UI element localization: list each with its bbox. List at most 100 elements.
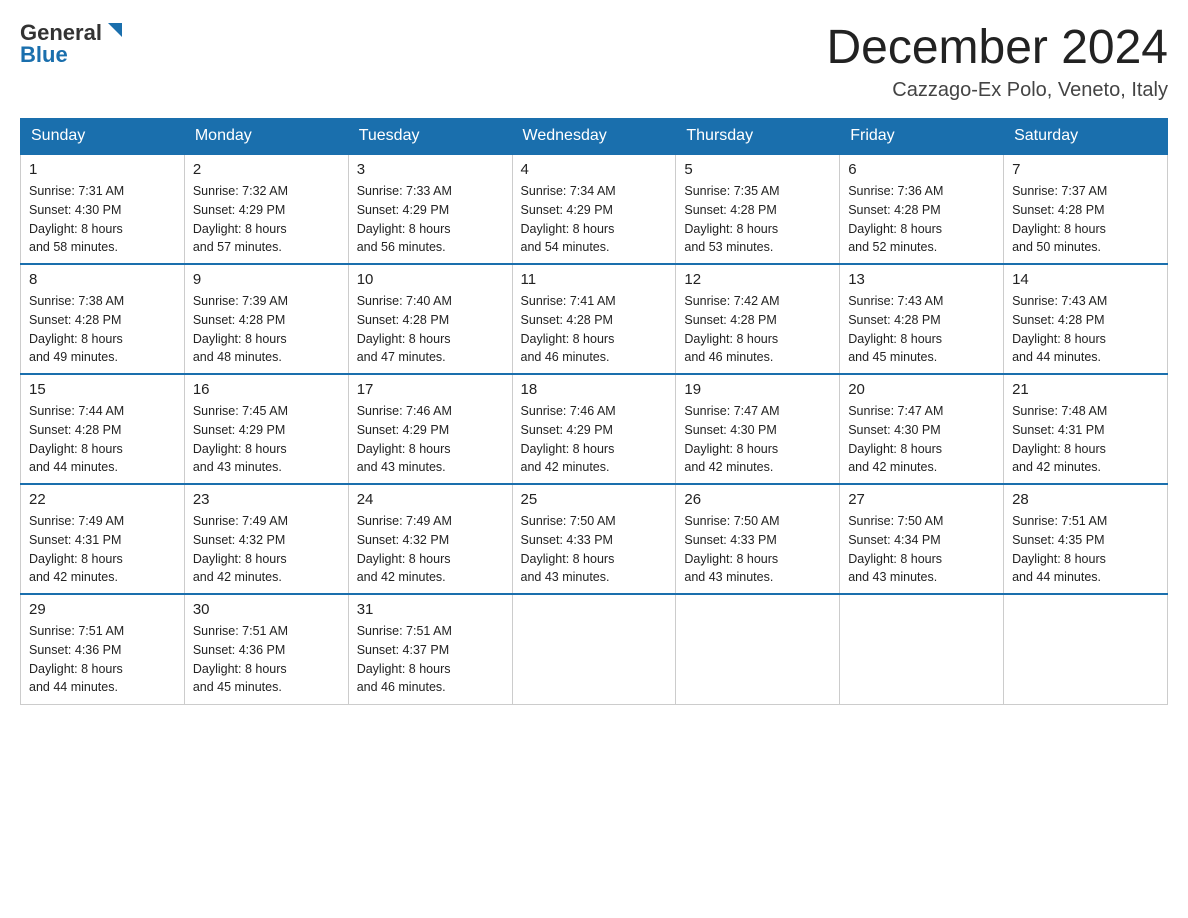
weekday-header-sunday: Sunday <box>21 119 185 155</box>
weekday-header-friday: Friday <box>840 119 1004 155</box>
calendar-week-row: 8 Sunrise: 7:38 AMSunset: 4:28 PMDayligh… <box>21 264 1168 374</box>
calendar-week-row: 15 Sunrise: 7:44 AMSunset: 4:28 PMDaylig… <box>21 374 1168 484</box>
day-number: 14 <box>1012 271 1159 288</box>
weekday-header-thursday: Thursday <box>676 119 840 155</box>
day-info: Sunrise: 7:39 AMSunset: 4:28 PMDaylight:… <box>193 292 340 367</box>
calendar-cell: 9 Sunrise: 7:39 AMSunset: 4:28 PMDayligh… <box>184 264 348 374</box>
calendar-cell: 14 Sunrise: 7:43 AMSunset: 4:28 PMDaylig… <box>1004 264 1168 374</box>
calendar-cell: 10 Sunrise: 7:40 AMSunset: 4:28 PMDaylig… <box>348 264 512 374</box>
logo: General Blue <box>20 20 126 68</box>
day-number: 17 <box>357 381 504 398</box>
weekday-header-wednesday: Wednesday <box>512 119 676 155</box>
day-number: 6 <box>848 161 995 178</box>
calendar-cell: 11 Sunrise: 7:41 AMSunset: 4:28 PMDaylig… <box>512 264 676 374</box>
day-number: 23 <box>193 491 340 508</box>
calendar-week-row: 29 Sunrise: 7:51 AMSunset: 4:36 PMDaylig… <box>21 594 1168 704</box>
day-number: 5 <box>684 161 831 178</box>
day-info: Sunrise: 7:34 AMSunset: 4:29 PMDaylight:… <box>521 182 668 257</box>
day-number: 31 <box>357 601 504 618</box>
calendar-cell: 5 Sunrise: 7:35 AMSunset: 4:28 PMDayligh… <box>676 154 840 264</box>
day-info: Sunrise: 7:41 AMSunset: 4:28 PMDaylight:… <box>521 292 668 367</box>
day-info: Sunrise: 7:42 AMSunset: 4:28 PMDaylight:… <box>684 292 831 367</box>
day-number: 13 <box>848 271 995 288</box>
day-number: 11 <box>521 271 668 288</box>
logo-arrow-icon <box>104 21 126 43</box>
page-header: General Blue December 2024 Cazzago-Ex Po… <box>20 20 1168 102</box>
calendar-table: SundayMondayTuesdayWednesdayThursdayFrid… <box>20 118 1168 705</box>
calendar-cell: 8 Sunrise: 7:38 AMSunset: 4:28 PMDayligh… <box>21 264 185 374</box>
day-info: Sunrise: 7:40 AMSunset: 4:28 PMDaylight:… <box>357 292 504 367</box>
calendar-cell: 23 Sunrise: 7:49 AMSunset: 4:32 PMDaylig… <box>184 484 348 594</box>
day-info: Sunrise: 7:51 AMSunset: 4:37 PMDaylight:… <box>357 622 504 697</box>
day-info: Sunrise: 7:48 AMSunset: 4:31 PMDaylight:… <box>1012 402 1159 477</box>
day-info: Sunrise: 7:33 AMSunset: 4:29 PMDaylight:… <box>357 182 504 257</box>
weekday-header-tuesday: Tuesday <box>348 119 512 155</box>
day-info: Sunrise: 7:36 AMSunset: 4:28 PMDaylight:… <box>848 182 995 257</box>
day-number: 12 <box>684 271 831 288</box>
day-info: Sunrise: 7:51 AMSunset: 4:35 PMDaylight:… <box>1012 512 1159 587</box>
calendar-cell: 20 Sunrise: 7:47 AMSunset: 4:30 PMDaylig… <box>840 374 1004 484</box>
day-info: Sunrise: 7:47 AMSunset: 4:30 PMDaylight:… <box>848 402 995 477</box>
calendar-cell: 16 Sunrise: 7:45 AMSunset: 4:29 PMDaylig… <box>184 374 348 484</box>
calendar-header-row: SundayMondayTuesdayWednesdayThursdayFrid… <box>21 119 1168 155</box>
day-number: 8 <box>29 271 176 288</box>
calendar-week-row: 1 Sunrise: 7:31 AMSunset: 4:30 PMDayligh… <box>21 154 1168 264</box>
day-info: Sunrise: 7:35 AMSunset: 4:28 PMDaylight:… <box>684 182 831 257</box>
day-number: 20 <box>848 381 995 398</box>
day-number: 29 <box>29 601 176 618</box>
calendar-cell: 19 Sunrise: 7:47 AMSunset: 4:30 PMDaylig… <box>676 374 840 484</box>
day-info: Sunrise: 7:45 AMSunset: 4:29 PMDaylight:… <box>193 402 340 477</box>
day-info: Sunrise: 7:50 AMSunset: 4:33 PMDaylight:… <box>684 512 831 587</box>
day-info: Sunrise: 7:49 AMSunset: 4:32 PMDaylight:… <box>193 512 340 587</box>
day-info: Sunrise: 7:49 AMSunset: 4:31 PMDaylight:… <box>29 512 176 587</box>
calendar-cell: 18 Sunrise: 7:46 AMSunset: 4:29 PMDaylig… <box>512 374 676 484</box>
day-number: 15 <box>29 381 176 398</box>
day-info: Sunrise: 7:50 AMSunset: 4:34 PMDaylight:… <box>848 512 995 587</box>
day-info: Sunrise: 7:51 AMSunset: 4:36 PMDaylight:… <box>193 622 340 697</box>
day-info: Sunrise: 7:47 AMSunset: 4:30 PMDaylight:… <box>684 402 831 477</box>
day-number: 3 <box>357 161 504 178</box>
calendar-cell <box>840 594 1004 704</box>
day-info: Sunrise: 7:31 AMSunset: 4:30 PMDaylight:… <box>29 182 176 257</box>
calendar-cell: 17 Sunrise: 7:46 AMSunset: 4:29 PMDaylig… <box>348 374 512 484</box>
day-number: 18 <box>521 381 668 398</box>
day-info: Sunrise: 7:51 AMSunset: 4:36 PMDaylight:… <box>29 622 176 697</box>
weekday-header-monday: Monday <box>184 119 348 155</box>
calendar-cell: 24 Sunrise: 7:49 AMSunset: 4:32 PMDaylig… <box>348 484 512 594</box>
month-title: December 2024 <box>826 20 1168 75</box>
calendar-cell: 22 Sunrise: 7:49 AMSunset: 4:31 PMDaylig… <box>21 484 185 594</box>
calendar-cell: 3 Sunrise: 7:33 AMSunset: 4:29 PMDayligh… <box>348 154 512 264</box>
calendar-cell: 2 Sunrise: 7:32 AMSunset: 4:29 PMDayligh… <box>184 154 348 264</box>
calendar-cell <box>676 594 840 704</box>
calendar-cell <box>1004 594 1168 704</box>
calendar-cell: 25 Sunrise: 7:50 AMSunset: 4:33 PMDaylig… <box>512 484 676 594</box>
calendar-cell: 30 Sunrise: 7:51 AMSunset: 4:36 PMDaylig… <box>184 594 348 704</box>
day-number: 27 <box>848 491 995 508</box>
day-info: Sunrise: 7:43 AMSunset: 4:28 PMDaylight:… <box>848 292 995 367</box>
day-number: 21 <box>1012 381 1159 398</box>
day-info: Sunrise: 7:46 AMSunset: 4:29 PMDaylight:… <box>357 402 504 477</box>
calendar-cell: 28 Sunrise: 7:51 AMSunset: 4:35 PMDaylig… <box>1004 484 1168 594</box>
calendar-cell: 12 Sunrise: 7:42 AMSunset: 4:28 PMDaylig… <box>676 264 840 374</box>
calendar-cell <box>512 594 676 704</box>
day-number: 26 <box>684 491 831 508</box>
day-number: 9 <box>193 271 340 288</box>
day-info: Sunrise: 7:37 AMSunset: 4:28 PMDaylight:… <box>1012 182 1159 257</box>
calendar-cell: 1 Sunrise: 7:31 AMSunset: 4:30 PMDayligh… <box>21 154 185 264</box>
calendar-cell: 21 Sunrise: 7:48 AMSunset: 4:31 PMDaylig… <box>1004 374 1168 484</box>
calendar-cell: 15 Sunrise: 7:44 AMSunset: 4:28 PMDaylig… <box>21 374 185 484</box>
location: Cazzago-Ex Polo, Veneto, Italy <box>826 79 1168 102</box>
calendar-cell: 13 Sunrise: 7:43 AMSunset: 4:28 PMDaylig… <box>840 264 1004 374</box>
title-block: December 2024 Cazzago-Ex Polo, Veneto, I… <box>826 20 1168 102</box>
day-number: 30 <box>193 601 340 618</box>
logo-blue: Blue <box>20 42 68 68</box>
day-number: 25 <box>521 491 668 508</box>
calendar-cell: 6 Sunrise: 7:36 AMSunset: 4:28 PMDayligh… <box>840 154 1004 264</box>
day-number: 2 <box>193 161 340 178</box>
day-number: 4 <box>521 161 668 178</box>
day-number: 24 <box>357 491 504 508</box>
calendar-cell: 26 Sunrise: 7:50 AMSunset: 4:33 PMDaylig… <box>676 484 840 594</box>
calendar-week-row: 22 Sunrise: 7:49 AMSunset: 4:31 PMDaylig… <box>21 484 1168 594</box>
calendar-cell: 7 Sunrise: 7:37 AMSunset: 4:28 PMDayligh… <box>1004 154 1168 264</box>
weekday-header-saturday: Saturday <box>1004 119 1168 155</box>
